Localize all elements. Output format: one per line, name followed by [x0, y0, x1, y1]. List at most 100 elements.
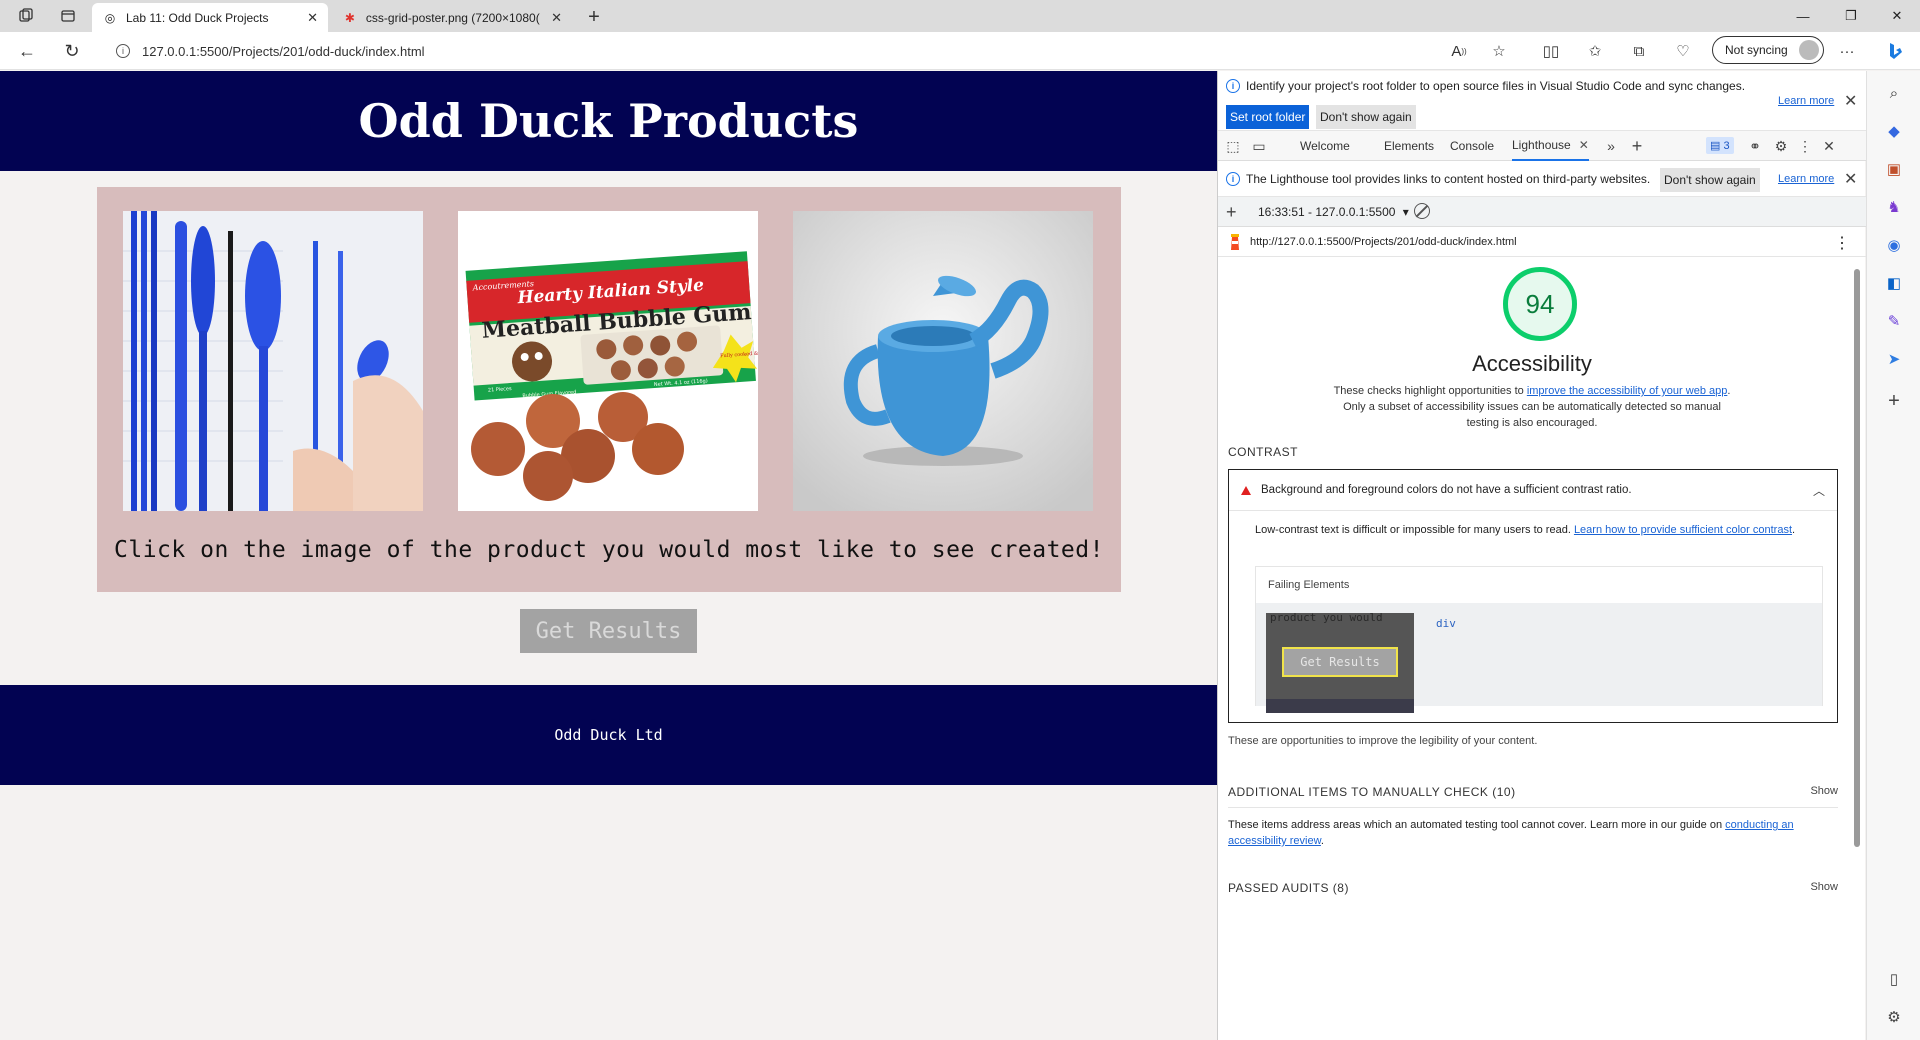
new-tab-icon[interactable]: +	[580, 3, 608, 31]
back-icon[interactable]: ←	[14, 39, 40, 63]
tab-lighthouse[interactable]: Lighthouse ✕	[1512, 131, 1589, 161]
tab-strip: ◎ Lab 11: Odd Duck Projects ✕ ✱ css-grid…	[0, 0, 1920, 32]
favorites-icon[interactable]: ✩	[1584, 41, 1606, 61]
hide-sidebar-icon[interactable]: ▯	[1884, 969, 1904, 989]
manual-check-header[interactable]: ADDITIONAL ITEMS TO MANUALLY CHECK (10)	[1228, 785, 1516, 799]
close-window-icon[interactable]: ✕	[1874, 0, 1920, 32]
tab-actions-icon[interactable]	[48, 0, 88, 32]
outlook-icon[interactable]: ◧	[1884, 273, 1904, 293]
tab-title: Lab 11: Odd Duck Projects	[126, 10, 269, 25]
close-banner-icon[interactable]: ✕	[1844, 169, 1857, 189]
add-tab-icon[interactable]: +	[1628, 136, 1646, 156]
inspect-icon[interactable]: ⬚	[1224, 137, 1242, 155]
manual-desc-text: .	[1320, 835, 1324, 847]
learn-more-link[interactable]: Learn more	[1778, 95, 1834, 107]
collections-icon[interactable]: ⧉	[1628, 41, 1650, 61]
report-url[interactable]: http://127.0.0.1:5500/Projects/201/odd-d…	[1250, 236, 1517, 248]
dont-show-again-button[interactable]: Don't show again	[1316, 105, 1416, 129]
tab-css-grid-poster[interactable]: ✱ css-grid-poster.png (7200×1080( ✕	[332, 3, 572, 32]
snippet-button: Get Results	[1282, 647, 1398, 677]
failing-node-name[interactable]: div	[1436, 617, 1456, 630]
tab-elements[interactable]: Elements	[1384, 131, 1434, 161]
new-report-icon[interactable]: +	[1226, 202, 1237, 223]
kebab-menu-icon[interactable]: ⋮	[1796, 137, 1814, 155]
avatar	[1799, 40, 1819, 60]
favorite-star-icon[interactable]: ☆	[1488, 41, 1510, 61]
shopping-tag-icon[interactable]: ◆	[1884, 121, 1904, 141]
address-bar[interactable]: i 127.0.0.1:5500/Projects/201/odd-duck/i…	[102, 37, 1522, 65]
report-scrollbar[interactable]	[1854, 269, 1860, 847]
vscode-banner-text: Identify your project's root folder to o…	[1246, 79, 1746, 93]
chevron-up-icon[interactable]: ︿	[1813, 482, 1825, 499]
product-image-water-can[interactable]	[793, 211, 1093, 511]
copilot-icon[interactable]	[1882, 38, 1908, 64]
clear-reports-icon[interactable]	[1414, 203, 1430, 219]
report-url-row: http://127.0.0.1:5500/Projects/201/odd-d…	[1218, 227, 1866, 257]
improve-accessibility-link[interactable]: improve the accessibility of your web ap…	[1527, 385, 1728, 397]
settings-gear-icon[interactable]: ⚙	[1772, 137, 1790, 155]
footer-text: Odd Duck Ltd	[554, 726, 663, 744]
failing-elements-label: Failing Elements	[1268, 579, 1350, 591]
workspaces-icon[interactable]	[4, 0, 48, 32]
dont-show-again-button[interactable]: Don't show again	[1660, 168, 1760, 192]
page-favicon-icon: ◎	[104, 10, 116, 25]
tab-console[interactable]: Console	[1450, 131, 1494, 161]
site-info-icon[interactable]: i	[116, 44, 130, 58]
set-root-folder-button[interactable]: Set root folder	[1226, 105, 1310, 129]
browser-essentials-icon[interactable]: ♡	[1672, 41, 1694, 61]
microsoft-365-icon[interactable]: ◉	[1884, 235, 1904, 255]
lighthouse-banner-text: The Lighthouse tool provides links to co…	[1246, 172, 1651, 186]
show-manual-button[interactable]: Show	[1810, 785, 1838, 797]
device-toolbar-icon[interactable]: ▭	[1250, 137, 1268, 155]
sidebar-settings-icon[interactable]: ⚙	[1884, 1007, 1904, 1027]
failing-elements-table: Failing Elements product you would Get R…	[1255, 566, 1823, 713]
contrast-learn-link[interactable]: Learn how to provide sufficient color co…	[1574, 524, 1792, 536]
issues-badge[interactable]: ▤ 3	[1706, 137, 1734, 154]
close-tab-icon[interactable]: ✕	[551, 10, 562, 26]
lighthouse-toolbar: + 16:33:51 - 127.0.0.1:5500 ▾	[1218, 197, 1866, 227]
close-devtools-icon[interactable]: ✕	[1820, 137, 1838, 155]
tab-title: css-grid-poster.png (7200×1080(	[365, 10, 540, 25]
show-passed-button[interactable]: Show	[1810, 881, 1838, 893]
read-aloud-icon[interactable]: A))	[1448, 41, 1470, 61]
close-banner-icon[interactable]: ✕	[1844, 91, 1857, 111]
more-tabs-icon[interactable]: »	[1602, 137, 1620, 155]
learn-more-link[interactable]: Learn more	[1778, 173, 1834, 185]
add-sidebar-app-icon[interactable]: +	[1884, 390, 1904, 412]
split-screen-icon[interactable]: ▯▯	[1540, 41, 1562, 61]
product-image-cutlery[interactable]	[123, 211, 423, 511]
close-tab-icon[interactable]: ✕	[307, 10, 318, 26]
tools-briefcase-icon[interactable]: ▣	[1884, 159, 1904, 179]
restore-icon[interactable]: ❐	[1828, 0, 1874, 32]
games-icon[interactable]: ♞	[1884, 197, 1904, 217]
close-tab-icon[interactable]: ✕	[1579, 138, 1589, 152]
site-header: Odd Duck Products	[0, 71, 1217, 171]
url-text: 127.0.0.1:5500/Projects/201/odd-duck/ind…	[142, 43, 425, 59]
report-select[interactable]: 16:33:51 - 127.0.0.1:5500 ▾	[1258, 205, 1409, 219]
site-footer: Odd Duck Ltd	[0, 685, 1217, 785]
snippet-text: product you would	[1270, 611, 1383, 624]
minimize-icon[interactable]: —	[1780, 0, 1826, 32]
tab-welcome[interactable]: Welcome	[1300, 131, 1350, 161]
desc-text: These checks highlight opportunities to	[1333, 385, 1527, 397]
failing-element-row[interactable]: product you would Get Results div	[1256, 603, 1822, 713]
get-results-button[interactable]: Get Results	[520, 609, 697, 653]
drop-icon[interactable]: ➤	[1884, 349, 1904, 369]
passed-audits-header[interactable]: PASSED AUDITS (8)	[1228, 881, 1349, 895]
contrast-header: CONTRAST	[1228, 445, 1298, 459]
profile-sync-button[interactable]: Not syncing	[1712, 36, 1824, 64]
devtools-panel: i Identify your project's root folder to…	[1217, 71, 1866, 1040]
product-image-bubblegum[interactable]: Hearty Italian Style Meatball Bubble Gum…	[458, 211, 758, 511]
info-icon: i	[1226, 172, 1240, 186]
search-icon[interactable]: ⌕	[1884, 83, 1904, 103]
report-menu-icon[interactable]: ⋮	[1834, 233, 1850, 253]
lighthouse-logo-icon	[1228, 233, 1242, 251]
lighthouse-report: 94 Accessibility These checks highlight …	[1218, 257, 1866, 1040]
more-menu-icon[interactable]: ···	[1836, 41, 1858, 61]
refresh-icon[interactable]: ↻	[59, 39, 85, 63]
contrast-audit[interactable]: Background and foreground colors do not …	[1228, 469, 1838, 723]
tab-odd-duck[interactable]: ◎ Lab 11: Odd Duck Projects ✕	[92, 3, 328, 32]
connect-icon[interactable]: ⚭	[1746, 137, 1764, 155]
designer-icon[interactable]: ✎	[1884, 311, 1904, 331]
manual-check-description: These items address areas which an autom…	[1228, 817, 1838, 849]
